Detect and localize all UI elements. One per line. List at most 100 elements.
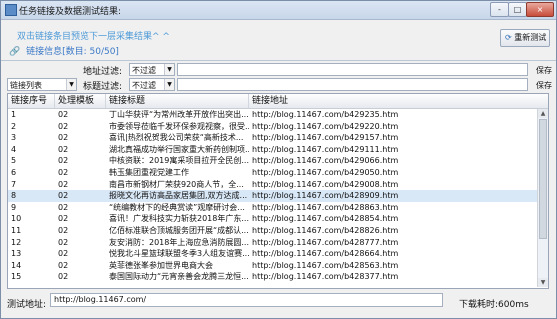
table-row[interactable]: 14 02 英菲德张峯参加世界电商大会 http://blog.11467.com/b… (8, 260, 537, 272)
scroll-up-icon[interactable]: ▲ (538, 109, 548, 118)
cell-title: 泰国国际动力“元宵亲善会龙腾三龙恒... (109, 272, 249, 282)
table-row[interactable]: 2 02 市委领导莅临千发环保参观视察，很受... http://blog.11467… (8, 121, 537, 133)
tab-link-info-label: 链接信息[数目: 50/50] (26, 47, 119, 57)
cell-template: 02 (58, 272, 69, 282)
cell-template: 02 (58, 237, 69, 247)
table-row[interactable]: 1 02 丁山华获评“为常州改革开放作出突出... http://blog.11467… (8, 109, 537, 121)
cell-url: http://blog.11467.com/b429050.htm (252, 167, 399, 177)
maximize-button[interactable]: □ (508, 2, 527, 17)
table-row[interactable]: 13 02 悦我北斗星篮球联盟冬季3人组友谊赛... http://blog.1146… (8, 248, 537, 260)
chevron-down-icon: ▼ (164, 64, 174, 75)
table-row[interactable]: 3 02 喜讯|热烈祝贺我公司荣获“高新技术... http://blog.11467… (8, 132, 537, 144)
column-header-template[interactable]: 处理模板 (55, 94, 106, 108)
close-button[interactable]: × (526, 2, 554, 17)
cell-template: 02 (58, 249, 69, 259)
cell-id: 2 (11, 121, 17, 131)
cell-url: http://blog.11467.com/b428909.htm (252, 191, 399, 201)
preview-hint: 双击链接条目预览下一层采集结果^ ^ (17, 32, 170, 42)
cell-template: 02 (58, 260, 69, 270)
cell-url: http://blog.11467.com/b428854.htm (252, 214, 399, 224)
title-filter-input[interactable] (177, 78, 528, 91)
table-row[interactable]: 15 02 泰国国际动力“元宵亲善会龙腾三龙恒... http://blog.1146… (8, 271, 537, 283)
test-address-input[interactable]: http://blog.11467.com/ (50, 293, 443, 307)
cell-template: 02 (58, 179, 69, 189)
cell-title: 丁山华获评“为常州改革开放作出突出... (109, 110, 249, 119)
cell-title: 喜讯！广发科技实力斩获2018年广东... (109, 214, 249, 224)
scrollbar-thumb[interactable] (539, 119, 547, 239)
list-type-select[interactable]: 链接列表 ▼ (7, 78, 77, 91)
cell-url: http://blog.11467.com/b429111.htm (252, 144, 399, 154)
table-row[interactable]: 8 02 报晓文化再访高品家居集团,双方达成... http://blog.11467… (8, 190, 537, 202)
table-row[interactable]: 12 02 友安消防：2018年上海应急消防展圆... http://blog.114… (8, 237, 537, 249)
column-header-title[interactable]: 链接标题 (106, 94, 249, 108)
cell-url: http://blog.11467.com/b428377.htm (252, 272, 399, 282)
refresh-icon: ⟳ (505, 33, 512, 42)
table-row[interactable]: 11 02 亿佰标准联合顶城服务团开展“成都认... http://blog.1146… (8, 225, 537, 237)
minimize-button[interactable]: - (490, 2, 509, 17)
table-row[interactable]: 5 02 中核资联：2019寓采项目拉开全民创... http://blog.1146… (8, 155, 537, 167)
link-icon: 🔗 (9, 47, 21, 57)
app-icon (5, 4, 17, 16)
cell-title: 英菲德张峯参加世界电商大会 (109, 260, 213, 270)
cell-title: 友安消防：2018年上海应急消防展圆... (109, 237, 249, 247)
cell-id: 9 (11, 202, 17, 212)
cell-title: 报晓文化再访高品家居集团,双方达成... (109, 191, 248, 201)
table-row[interactable]: 7 02 南昌市新钢材厂荣获920商人节，全... http://blog.11467… (8, 179, 537, 191)
cell-id: 15 (11, 272, 22, 282)
cell-url: http://blog.11467.com/b428826.htm (252, 225, 399, 235)
column-header-id[interactable]: 链接序号 (8, 94, 55, 108)
cell-title: 喜讯|热烈祝贺我公司荣获“高新技术... (109, 133, 244, 143)
cell-title: 南昌市新钢材厂荣获920商人节，全... (109, 179, 244, 189)
cell-id: 14 (11, 260, 22, 270)
cell-url: http://blog.11467.com/b428664.htm (252, 249, 399, 259)
column-header-url[interactable]: 链接地址 (249, 94, 537, 108)
address-filter-input[interactable] (177, 63, 528, 76)
table-header: 链接序号 处理模板 链接标题 链接地址 (8, 94, 548, 109)
refresh-test-label: 重新测试 (514, 33, 547, 42)
cell-template: 02 (58, 121, 69, 131)
task-link-test-window: 任务链接及数据测试结果: - □ × 双击链接条目预览下一层采集结果^ ^ ⟳ … (0, 0, 557, 319)
chevron-down-icon: ▼ (66, 79, 76, 90)
cell-template: 02 (58, 225, 69, 235)
title-filter-save-button[interactable]: 保存 (536, 80, 552, 91)
table-row[interactable]: 10 02 喜讯！广发科技实力斩获2018年广东... http://blog.114… (8, 213, 537, 225)
address-filter-save-button[interactable]: 保存 (536, 65, 552, 76)
link-table: 链接序号 处理模板 链接标题 链接地址 1 02 丁山华获评“为常州改革开放作出突出… (7, 93, 549, 289)
scroll-down-icon[interactable]: ▼ (538, 278, 548, 287)
vertical-scrollbar[interactable]: ▲ ▼ (537, 109, 548, 287)
cell-id: 8 (11, 191, 17, 201)
tab-bar: 🔗 链接信息[数目: 50/50] (1, 45, 556, 61)
title-filter-value: 不过滤 (132, 81, 156, 90)
cell-template: 02 (58, 110, 69, 119)
title-filter-select[interactable]: 不过滤 ▼ (129, 78, 175, 91)
table-row[interactable]: 6 02 韩玉集团重视党建工作 http://blog.11467.com/b4290… (8, 167, 537, 179)
table-row[interactable]: 4 02 湖北真福成功举行国家重大新药创制项... http://blog.11467… (8, 144, 537, 156)
cell-id: 13 (11, 249, 22, 259)
cell-title: 韩玉集团重视党建工作 (109, 167, 189, 177)
list-type-value: 链接列表 (10, 81, 42, 90)
title-bar: 任务链接及数据测试结果: - □ × (1, 1, 556, 20)
cell-template: 02 (58, 144, 69, 154)
cell-id: 11 (11, 225, 22, 235)
address-filter-select[interactable]: 不过滤 ▼ (129, 63, 175, 76)
cell-template: 02 (58, 133, 69, 143)
cell-id: 10 (11, 214, 22, 224)
cell-id: 6 (11, 167, 17, 177)
cell-template: 02 (58, 191, 69, 201)
chevron-down-icon: ▼ (164, 79, 174, 90)
cell-url: http://blog.11467.com/b429235.htm (252, 110, 399, 119)
cell-id: 4 (11, 144, 17, 154)
cell-url: http://blog.11467.com/b429066.htm (252, 156, 399, 166)
cell-url: http://blog.11467.com/b428563.htm (252, 260, 399, 270)
tab-link-info[interactable]: 🔗 链接信息[数目: 50/50] (9, 45, 119, 59)
cell-id: 1 (11, 110, 17, 119)
table-row[interactable]: 9 02 “统编教材下的经典赏读”观摩研讨会... http://blog.11467… (8, 202, 537, 214)
cell-id: 12 (11, 237, 22, 247)
cell-url: http://blog.11467.com/b429008.htm (252, 179, 399, 189)
cell-title: 湖北真福成功举行国家重大新药创制项... (109, 144, 249, 154)
elapsed-time: 下载耗时:600ms (459, 300, 529, 310)
cell-id: 7 (11, 179, 17, 189)
cell-template: 02 (58, 167, 69, 177)
cell-id: 3 (11, 133, 17, 143)
cell-template: 02 (58, 214, 69, 224)
